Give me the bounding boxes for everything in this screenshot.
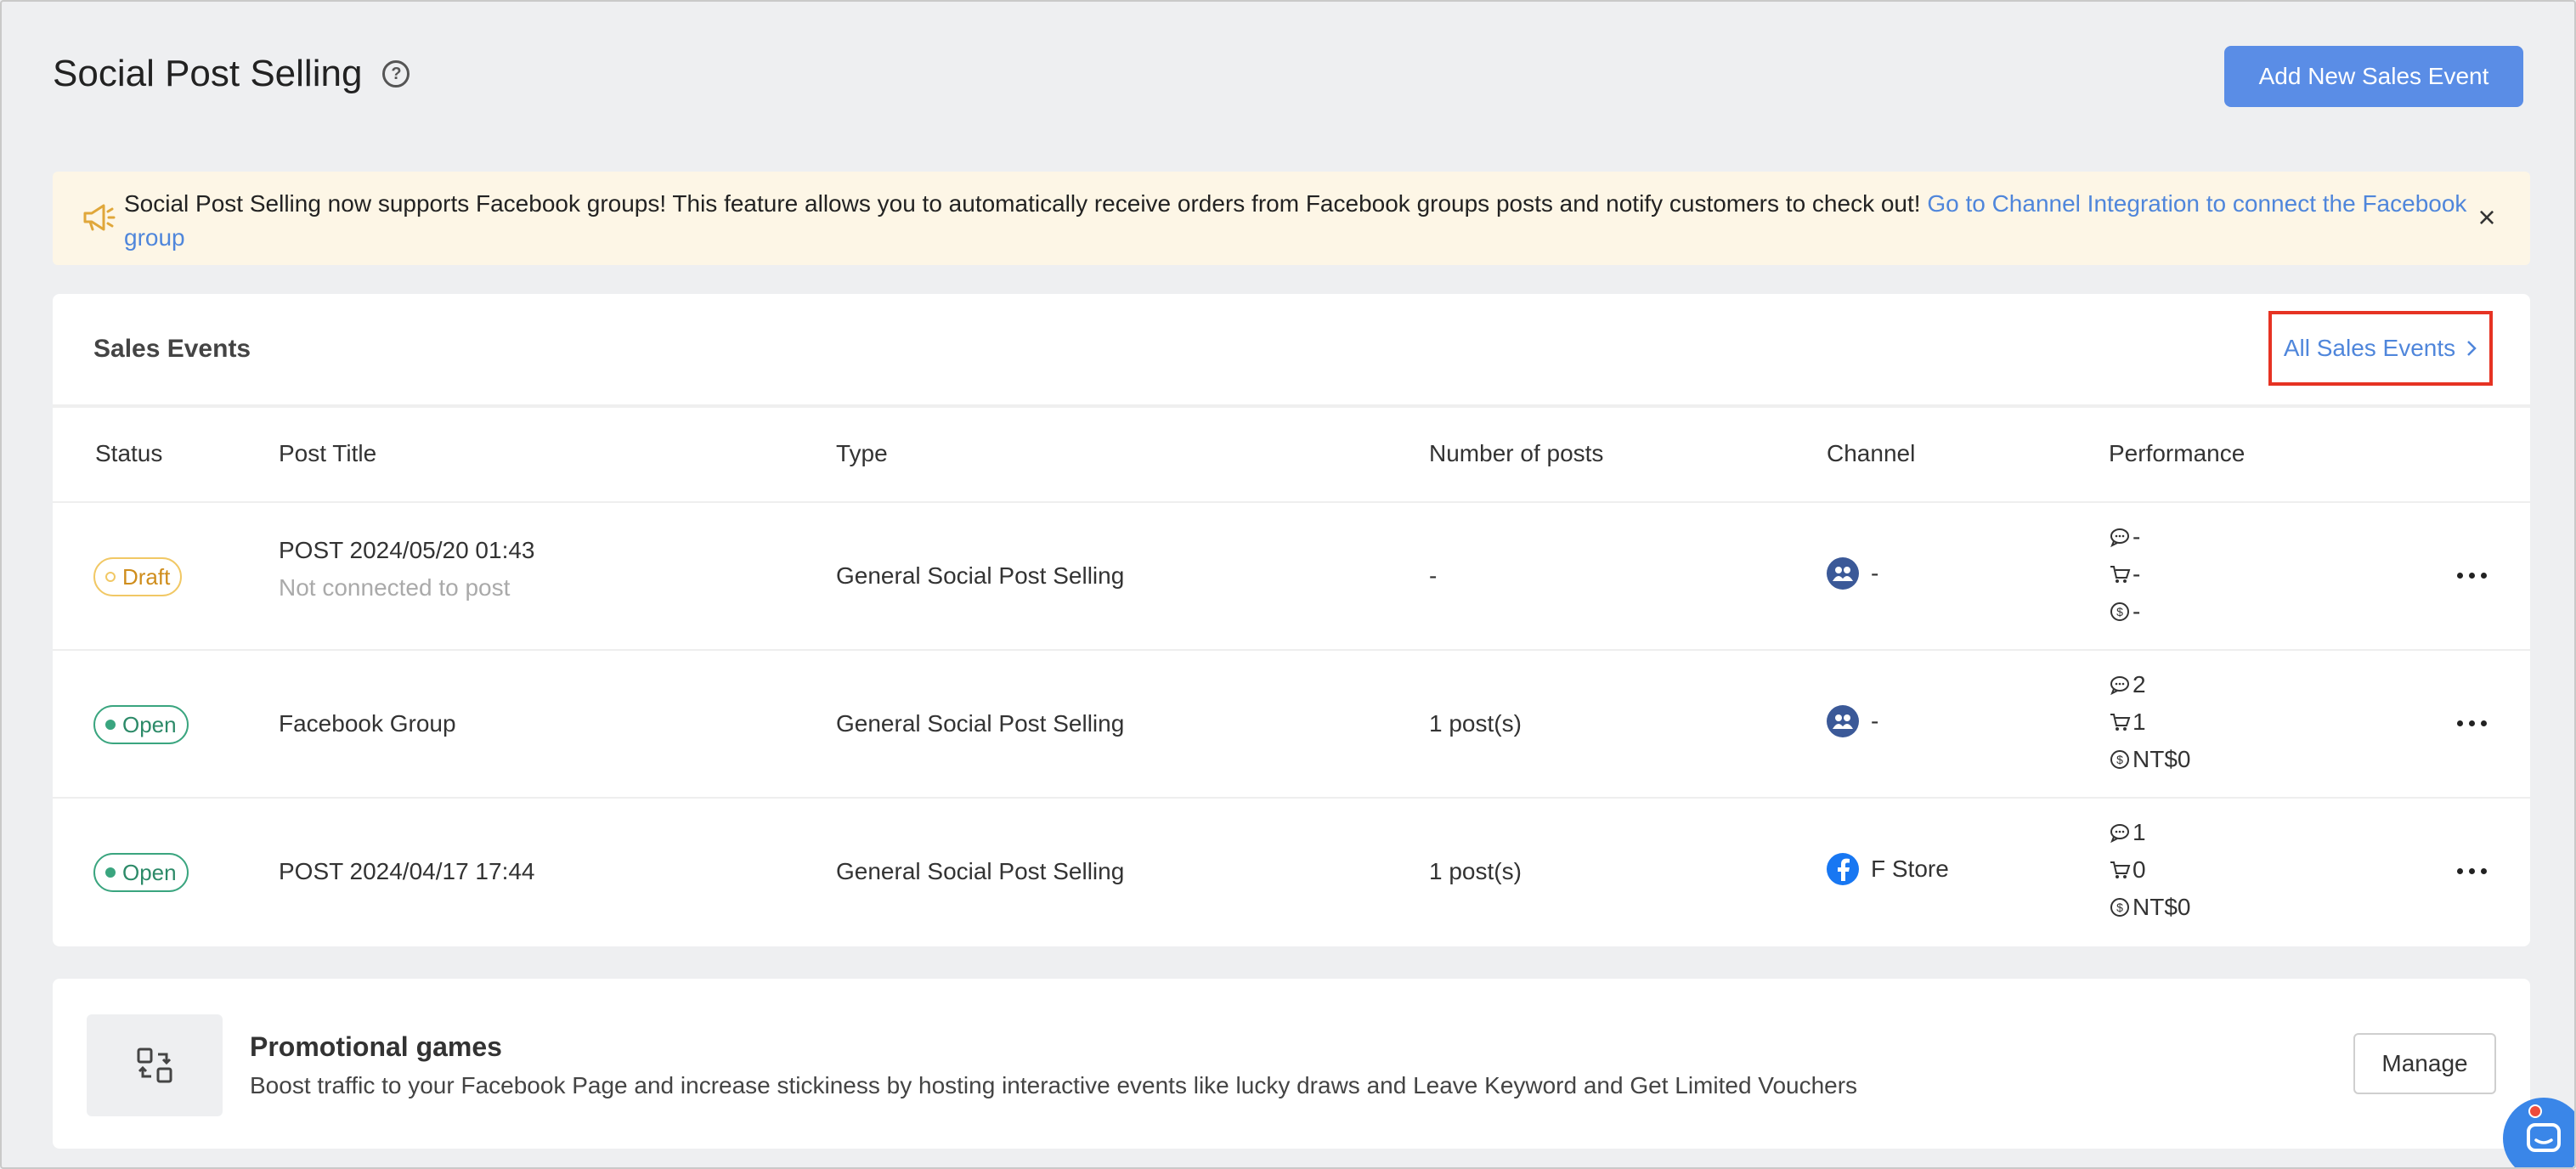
app-frame: Social Post Selling ? Add New Sales Even…: [0, 0, 2576, 1169]
sales-events-card: Sales Events All Sales Events Status Pos…: [53, 294, 2530, 946]
orders-metric: 0: [2109, 851, 2190, 889]
performance: 1 0 $ NT$0: [2109, 814, 2190, 926]
event-type: General Social Post Selling: [836, 710, 1125, 737]
revenue-value: NT$0: [2133, 894, 2191, 920]
column-header-status: Status: [95, 440, 163, 466]
status-label: Draft: [122, 563, 171, 590]
more-horizontal-icon[interactable]: [2457, 573, 2487, 579]
status-label: Open: [122, 711, 177, 737]
orders-metric: 1: [2109, 703, 2190, 741]
chevron-right-icon: [2467, 341, 2477, 356]
chat-icon: [2527, 1123, 2561, 1152]
banner-message: Social Post Selling now supports Faceboo…: [124, 187, 2503, 255]
promo-description: Boost traffic to your Facebook Page and …: [250, 1072, 1858, 1098]
post-subtitle: Not connected to post: [279, 574, 511, 601]
svg-text:$: $: [2116, 901, 2123, 914]
revenue-metric: $ NT$0: [2109, 741, 2190, 778]
channel: -: [1827, 557, 1878, 590]
status-badge: Open: [93, 853, 189, 892]
swap-icon: [137, 1048, 172, 1083]
comments-count: 1: [2133, 819, 2146, 845]
cart-icon: [2110, 861, 2131, 878]
performance: - - $ -: [2109, 518, 2140, 630]
dollar-circle-icon: $: [2110, 602, 2129, 621]
channel: F Store: [1827, 853, 1949, 885]
column-header-post-title: Post Title: [279, 440, 377, 466]
number-of-posts: 1 post(s): [1429, 710, 1522, 737]
announcement-banner: Social Post Selling now supports Faceboo…: [53, 172, 2530, 265]
number-of-posts: 1 post(s): [1429, 858, 1522, 884]
page-title-text: Social Post Selling: [53, 53, 363, 94]
number-of-posts: -: [1429, 562, 1438, 589]
orders-count: 0: [2133, 856, 2146, 883]
notification-dot: [2528, 1104, 2542, 1118]
facebook-group-icon: [1827, 557, 1859, 590]
post-title[interactable]: Facebook Group: [279, 710, 456, 737]
status-dot: [105, 867, 116, 878]
revenue-value: NT$0: [2133, 746, 2191, 772]
comments-count: -: [2133, 523, 2141, 550]
promotional-games-card: Promotional games Boost traffic to your …: [53, 979, 2530, 1149]
add-new-sales-event-button[interactable]: Add New Sales Event: [2224, 46, 2523, 107]
column-header-performance: Performance: [2109, 440, 2246, 466]
revenue-value: -: [2133, 598, 2141, 624]
manage-button[interactable]: Manage: [2353, 1033, 2496, 1094]
cart-icon: [2110, 566, 2131, 583]
more-horizontal-icon[interactable]: [2457, 720, 2487, 726]
comment-icon: [2110, 824, 2129, 844]
status-dot: [105, 720, 116, 730]
post-title[interactable]: POST 2024/04/17 17:44: [279, 858, 535, 885]
orders-metric: -: [2109, 556, 2140, 593]
dollar-circle-icon: $: [2110, 898, 2129, 917]
svg-text:$: $: [2116, 605, 2123, 618]
comments-metric: 1: [2109, 814, 2190, 851]
dollar-circle-icon: $: [2110, 750, 2129, 769]
comments-metric: -: [2109, 518, 2140, 556]
revenue-metric: $ -: [2109, 593, 2140, 630]
channel-name: -: [1871, 560, 1879, 586]
facebook-icon: [1827, 853, 1859, 885]
post-title[interactable]: POST 2024/05/20 01:43: [279, 537, 535, 564]
status-badge: Open: [93, 705, 189, 744]
column-header-type: Type: [836, 440, 888, 466]
comments-metric: 2: [2109, 666, 2190, 703]
channel-name: F Store: [1871, 856, 1949, 882]
orders-count: 1: [2133, 709, 2146, 735]
event-type: General Social Post Selling: [836, 858, 1125, 884]
banner-text: Social Post Selling now supports Faceboo…: [124, 190, 1928, 217]
status-badge: Draft: [93, 557, 183, 596]
column-header-number-of-posts: Number of posts: [1429, 440, 1604, 466]
status-label: Open: [122, 859, 177, 885]
comment-icon: [2110, 676, 2129, 696]
status-dot: [105, 572, 116, 582]
all-sales-events-link[interactable]: All Sales Events: [2268, 311, 2493, 386]
divider: [53, 404, 2530, 408]
comments-count: 2: [2133, 671, 2146, 697]
megaphone-icon: [83, 204, 116, 231]
promo-title: Promotional games: [250, 1031, 502, 1062]
column-header-channel: Channel: [1827, 440, 1916, 466]
help-circle-icon[interactable]: ?: [382, 60, 410, 88]
promo-thumbnail: [87, 1014, 223, 1116]
table-row[interactable]: Open POST 2024/04/17 17:44 General Socia…: [53, 799, 2530, 945]
orders-count: -: [2133, 561, 2141, 587]
channel-name: -: [1871, 708, 1879, 734]
event-type: General Social Post Selling: [836, 562, 1125, 589]
table-row[interactable]: Draft POST 2024/05/20 01:43 Not connecte…: [53, 503, 2530, 649]
channel: -: [1827, 705, 1878, 737]
sales-events-title: Sales Events: [93, 335, 251, 363]
comment-icon: [2110, 528, 2129, 548]
table-row[interactable]: Open Facebook Group General Social Post …: [53, 651, 2530, 797]
all-sales-events-label: All Sales Events: [2283, 335, 2456, 361]
svg-text:$: $: [2116, 753, 2123, 766]
more-horizontal-icon[interactable]: [2457, 868, 2487, 874]
facebook-group-icon: [1827, 705, 1859, 737]
performance: 2 1 $ NT$0: [2109, 666, 2190, 778]
close-icon[interactable]: ×: [2472, 202, 2501, 233]
revenue-metric: $ NT$0: [2109, 889, 2190, 926]
page-title: Social Post Selling ?: [53, 53, 410, 95]
cart-icon: [2110, 714, 2131, 731]
